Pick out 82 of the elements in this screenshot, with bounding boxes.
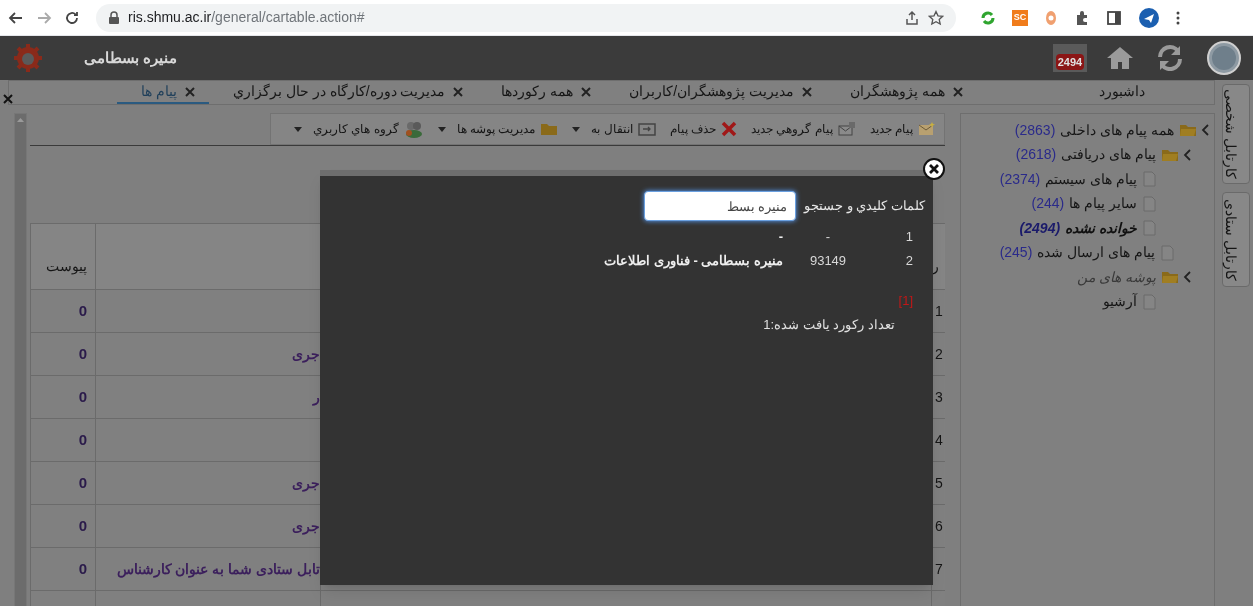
close-tab-icon[interactable] [185, 86, 195, 97]
toolbar-button[interactable]: پیام گروهي جدید [751, 120, 856, 138]
close-tab-icon[interactable] [802, 86, 813, 97]
group-mail-icon [837, 122, 856, 136]
result-cell[interactable]: 93149 [793, 251, 863, 271]
extension-button[interactable]: SC [1012, 9, 1028, 26]
tab[interactable]: مدیریت دوره/کارگاه در حال برگزاري [209, 81, 478, 104]
search-field[interactable]: منیره بسط [644, 191, 797, 221]
close-tab-icon[interactable] [953, 86, 963, 97]
table-cell-text: جری [292, 344, 320, 365]
result-cell[interactable]: - [778, 227, 793, 247]
tab[interactable]: پیام ها [117, 81, 209, 104]
notification-badge: 2494 [1055, 53, 1085, 70]
result-cell[interactable]: - [793, 227, 863, 247]
table-cell: 0 [31, 419, 96, 461]
tree-item[interactable]: آرشیو [1102, 291, 1138, 313]
table-cell: 0 [31, 333, 96, 375]
close-tab-icon[interactable] [581, 86, 592, 97]
toolbar-button[interactable]: حذف پیام [669, 120, 737, 138]
tab[interactable]: همه پژوهشگران [826, 81, 977, 104]
home-icon[interactable] [1105, 45, 1135, 71]
table-cell-text: تابل ستادی شما به عنوان کارشناس [116, 559, 320, 580]
back-icon[interactable] [8, 9, 24, 26]
tab[interactable]: همه رکوردها [477, 81, 606, 104]
delete-icon [721, 121, 737, 137]
toolbar-button[interactable]: گروه هاي کاربري [293, 120, 424, 138]
close-icon[interactable] [923, 158, 945, 180]
tab[interactable]: داشبورد [977, 81, 1159, 104]
file-icon [1143, 293, 1156, 310]
table-cell: 0 [31, 505, 96, 547]
star-icon[interactable] [928, 9, 944, 26]
toolbar-button[interactable]: انتقال به [572, 120, 656, 138]
move-icon [637, 122, 656, 136]
toolbar-button[interactable]: مدیریت پوشه ها [437, 120, 559, 138]
profile-icon[interactable] [1138, 6, 1160, 29]
more-icon[interactable] [1176, 9, 1180, 26]
table-cell: 0 [31, 376, 96, 418]
folder-icon [1162, 148, 1178, 161]
tab[interactable]: مدیریت پژوهشگران/کاربران [605, 81, 827, 104]
folder-icon [1180, 124, 1196, 137]
result-cell[interactable]: منیره بسطامی - فناوری اطلاعات [604, 251, 793, 271]
close-tab-icon[interactable] [453, 86, 464, 97]
result-cell[interactable]: 2 [863, 251, 913, 271]
address-bar[interactable]: ris.shmu.ac.ir/general/cartable.action# [96, 3, 956, 32]
sidebar-icon[interactable] [1106, 9, 1122, 26]
chevron-icon[interactable] [1201, 124, 1210, 137]
result-cell[interactable]: 1 [863, 227, 913, 247]
tree-item[interactable]: پوشه های من [1076, 266, 1157, 288]
side-tab[interactable]: کارتابل ستادی [1221, 192, 1250, 287]
refresh-icon[interactable] [1155, 43, 1185, 73]
table-cell-text: جری [292, 473, 320, 494]
table-cell: 0 [31, 548, 96, 590]
file-icon [1161, 244, 1174, 261]
chevron-icon[interactable] [1183, 271, 1192, 284]
chevron-icon[interactable] [1183, 148, 1192, 161]
folder-icon [1162, 271, 1178, 284]
forward-icon[interactable] [36, 9, 52, 26]
side-tab[interactable]: کارتابل شخصی [1221, 84, 1250, 184]
users-icon [403, 120, 424, 138]
puzzle-icon[interactable] [1074, 9, 1090, 26]
user-name: منیره بسطامی [84, 47, 178, 69]
record-count: تعداد رکورد يافت شده:1 [763, 315, 896, 334]
table-cell-text: ر [313, 387, 320, 408]
url-text[interactable]: ris.shmu.ac.ir/general/cartable.action# [128, 7, 365, 28]
reload-icon[interactable] [64, 9, 80, 26]
sync-extension-icon[interactable] [980, 9, 996, 26]
table-cell-text: جری [292, 516, 320, 537]
scrollbar[interactable] [14, 113, 27, 606]
file-icon [1143, 220, 1156, 237]
table-cell: 0 [31, 462, 96, 504]
file-icon [1143, 195, 1156, 212]
folder-icon [540, 122, 559, 136]
new-mail-icon [918, 122, 936, 136]
file-icon [1143, 171, 1156, 188]
search-label: کلمات کليدي و جستجو [804, 197, 925, 216]
mail-icon[interactable]: 2494 [1053, 44, 1087, 72]
table-cell: 0 [31, 290, 96, 332]
share-icon[interactable] [904, 9, 920, 26]
toolbar-button[interactable]: پیام جدید [869, 120, 936, 138]
column-header: پیوست [31, 224, 96, 289]
lock-icon [108, 10, 120, 25]
avatar-icon[interactable] [1207, 41, 1241, 75]
